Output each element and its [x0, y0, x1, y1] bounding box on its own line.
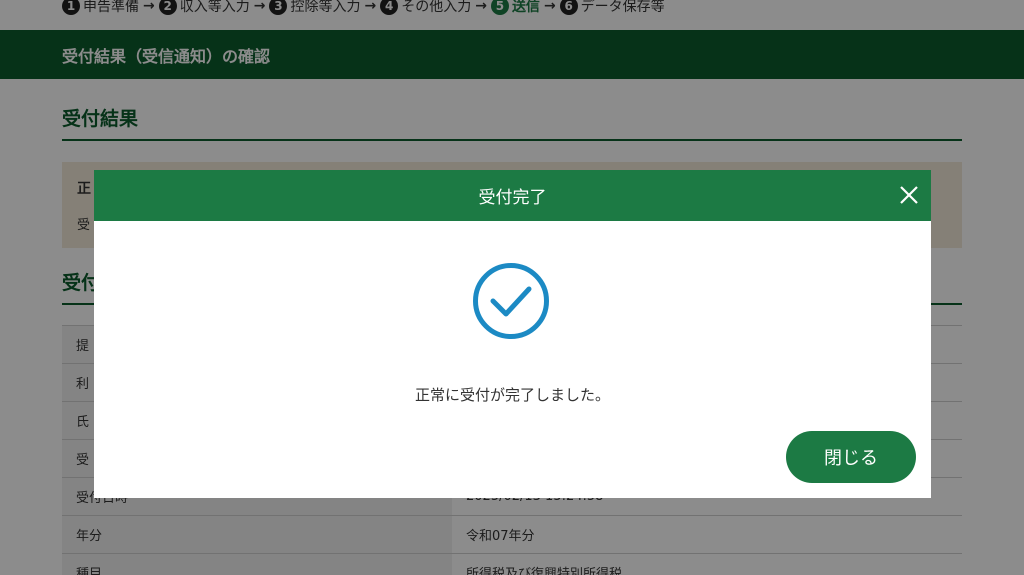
check-circle-icon — [473, 263, 549, 339]
close-icon[interactable] — [897, 183, 921, 207]
dialog-message: 正常に受付が完了しました。 — [414, 386, 610, 404]
close-button[interactable]: 閉じる — [786, 431, 916, 483]
receipt-complete-dialog: 受付完了 正常に受付が完了しました。 閉じる — [94, 170, 931, 498]
dialog-header: 受付完了 — [94, 170, 931, 221]
dialog-title: 受付完了 — [478, 188, 547, 208]
